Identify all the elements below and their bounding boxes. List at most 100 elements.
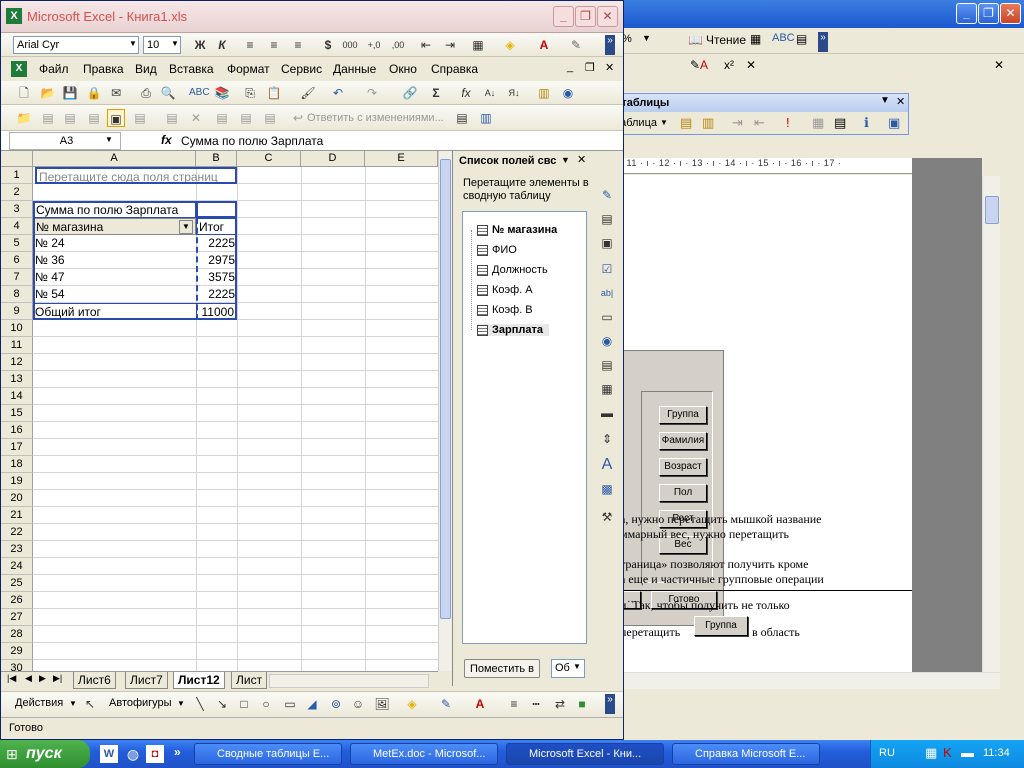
row-header[interactable]: 26 [1, 592, 33, 609]
new-icon[interactable]: 🗋 [15, 84, 33, 102]
review-icon[interactable]: ▤ [261, 109, 279, 127]
reading-button[interactable]: Чтение [706, 33, 746, 47]
autosum-icon[interactable]: Σ [427, 84, 445, 102]
minimize-button[interactable]: _ [553, 6, 574, 27]
email-icon[interactable]: ✉ [107, 84, 125, 102]
spelling-icon[interactable]: ABC [189, 84, 210, 102]
chart-wizard-icon[interactable]: ▥ [477, 109, 495, 127]
font-color-icon[interactable]: A [471, 695, 489, 713]
sort-desc-icon[interactable]: Я↓ [505, 84, 523, 102]
fill-color-icon[interactable]: ◈ [403, 695, 421, 713]
restore-button[interactable]: ❐ [575, 6, 596, 27]
folder-icon[interactable]: 📁 [15, 109, 33, 127]
label-icon[interactable]: A [598, 456, 616, 474]
permission-icon[interactable]: 🔒 [85, 84, 103, 102]
opera-icon[interactable]: ◍ [124, 745, 142, 763]
row-header[interactable]: 20 [1, 490, 33, 507]
restore-button[interactable]: ❐ [978, 3, 999, 24]
row-header[interactable]: 19 [1, 473, 33, 490]
field-item[interactable]: Коэф. А [477, 284, 533, 296]
menu-insert[interactable]: Вставка [169, 62, 214, 76]
minimize-button[interactable]: _ [956, 3, 977, 24]
toolbar-options-icon[interactable]: » [605, 694, 615, 714]
chevron-down-icon[interactable]: ▼ [880, 95, 890, 106]
excel-title-bar[interactable]: X Microsoft Excel - Книга1.xls _ ❐ ✕ [1, 1, 623, 33]
font-color-icon[interactable]: A [700, 58, 708, 72]
word-horizontal-scrollbar[interactable] [620, 672, 1000, 689]
button-icon[interactable]: ▭ [598, 308, 616, 326]
hide-detail-icon[interactable]: ⇥ [732, 115, 743, 131]
chevron-down-icon[interactable]: ▼ [177, 699, 185, 708]
formula-input[interactable]: Сумма по полю Зарплата [181, 134, 323, 148]
drawing-icon[interactable]: ◉ [559, 84, 577, 102]
row-header[interactable]: 25 [1, 575, 33, 592]
row-header[interactable]: 24 [1, 558, 33, 575]
row-header[interactable]: 15 [1, 405, 33, 422]
menu-edit[interactable]: Правка [83, 62, 124, 76]
chevron-down-icon[interactable]: ▼ [129, 39, 137, 48]
row-header[interactable]: 30 [1, 660, 33, 671]
chevron-down-icon[interactable]: ▼ [69, 699, 77, 708]
column-header[interactable]: A [33, 151, 196, 167]
field-item[interactable]: № магазина [477, 224, 557, 236]
document-icon[interactable]: X [11, 61, 27, 77]
field-list-icon[interactable]: ▤ [834, 115, 846, 131]
line-color-icon[interactable]: ✎ [437, 695, 455, 713]
increase-decimal-icon[interactable]: +,0 [365, 36, 383, 54]
sheet-tab[interactable]: Лист6 [73, 672, 116, 689]
task-button[interactable]: MetEx.doc - Microsof... [350, 743, 498, 765]
highlighter-icon[interactable]: ✎ [567, 36, 585, 54]
row-header[interactable]: 3 [1, 201, 33, 218]
close-button[interactable]: ✕ [1000, 3, 1021, 24]
align-center-icon[interactable]: ≡ [265, 36, 283, 54]
select-objects-icon[interactable]: ↖ [81, 695, 99, 713]
menu-help[interactable]: Справка [431, 62, 478, 76]
menu-tools[interactable]: Сервис [281, 62, 322, 76]
textbox-icon[interactable]: ▭ [281, 695, 299, 713]
column-header[interactable]: E [365, 151, 438, 167]
sheet-tab[interactable]: Лист [231, 672, 268, 689]
reply-icon[interactable]: ↩ [289, 109, 307, 127]
print-icon[interactable]: ⎙ [137, 84, 155, 102]
italic-icon[interactable]: К [213, 36, 231, 54]
hyperlink-icon[interactable]: 🔗 [401, 84, 419, 102]
combo-box-icon[interactable]: ▦ [598, 380, 616, 398]
close-button[interactable]: ✕ [597, 6, 618, 27]
image-icon[interactable]: ▩ [598, 480, 616, 498]
field-item[interactable]: Коэф. В [477, 304, 533, 316]
spin-button-icon[interactable]: ⇕ [598, 430, 616, 448]
refresh-icon[interactable]: ! [786, 115, 790, 130]
fill-color-icon[interactable]: ◈ [501, 36, 519, 54]
prev-sheet-icon[interactable]: ◀ [25, 673, 32, 684]
function-icon[interactable]: fx [457, 84, 475, 102]
surname-button[interactable]: Фамилия [659, 432, 707, 450]
arrow-style-icon[interactable]: ⇄ [551, 695, 569, 713]
last-sheet-icon[interactable]: ▶| [53, 673, 62, 684]
format-painter-icon[interactable]: 🖌 [299, 84, 317, 102]
track-changes-icon[interactable]: ▣ [107, 109, 125, 127]
word-vertical-scrollbar[interactable] [982, 176, 1000, 676]
dash-style-icon[interactable]: ┅ [527, 695, 545, 713]
font-name-combo[interactable]: Arial Cyr [13, 36, 139, 54]
draw-actions-menu[interactable]: Действия [15, 697, 63, 709]
grid-icon[interactable]: ▤ [796, 32, 807, 46]
review-icon[interactable]: ▤ [237, 109, 255, 127]
menu-view[interactable]: Вид [135, 62, 157, 76]
align-left-icon[interactable]: ≡ [241, 36, 259, 54]
align-right-icon[interactable]: ≡ [289, 36, 307, 54]
indent-icon[interactable]: ⇥ [441, 36, 459, 54]
flag-icon[interactable]: ▬ [961, 745, 974, 760]
table-icon[interactable]: ▦ [750, 32, 761, 46]
language-indicator[interactable]: RU [879, 747, 895, 759]
menu-data[interactable]: Данные [333, 62, 376, 76]
clear-icon[interactable]: ✕ [746, 58, 756, 72]
autoshapes-menu[interactable]: Автофигуры [109, 697, 172, 709]
superscript-icon[interactable]: x² [724, 58, 734, 72]
abc-icon[interactable]: ABC [772, 32, 795, 44]
thousands-icon[interactable]: 000 [341, 36, 359, 54]
review-icon[interactable]: ▤ [85, 109, 103, 127]
first-sheet-icon[interactable]: |◀ [7, 673, 16, 684]
insert-function-icon[interactable]: fx [161, 133, 172, 147]
row-header[interactable]: 27 [1, 609, 33, 626]
sex-button[interactable]: Пол [659, 484, 707, 502]
